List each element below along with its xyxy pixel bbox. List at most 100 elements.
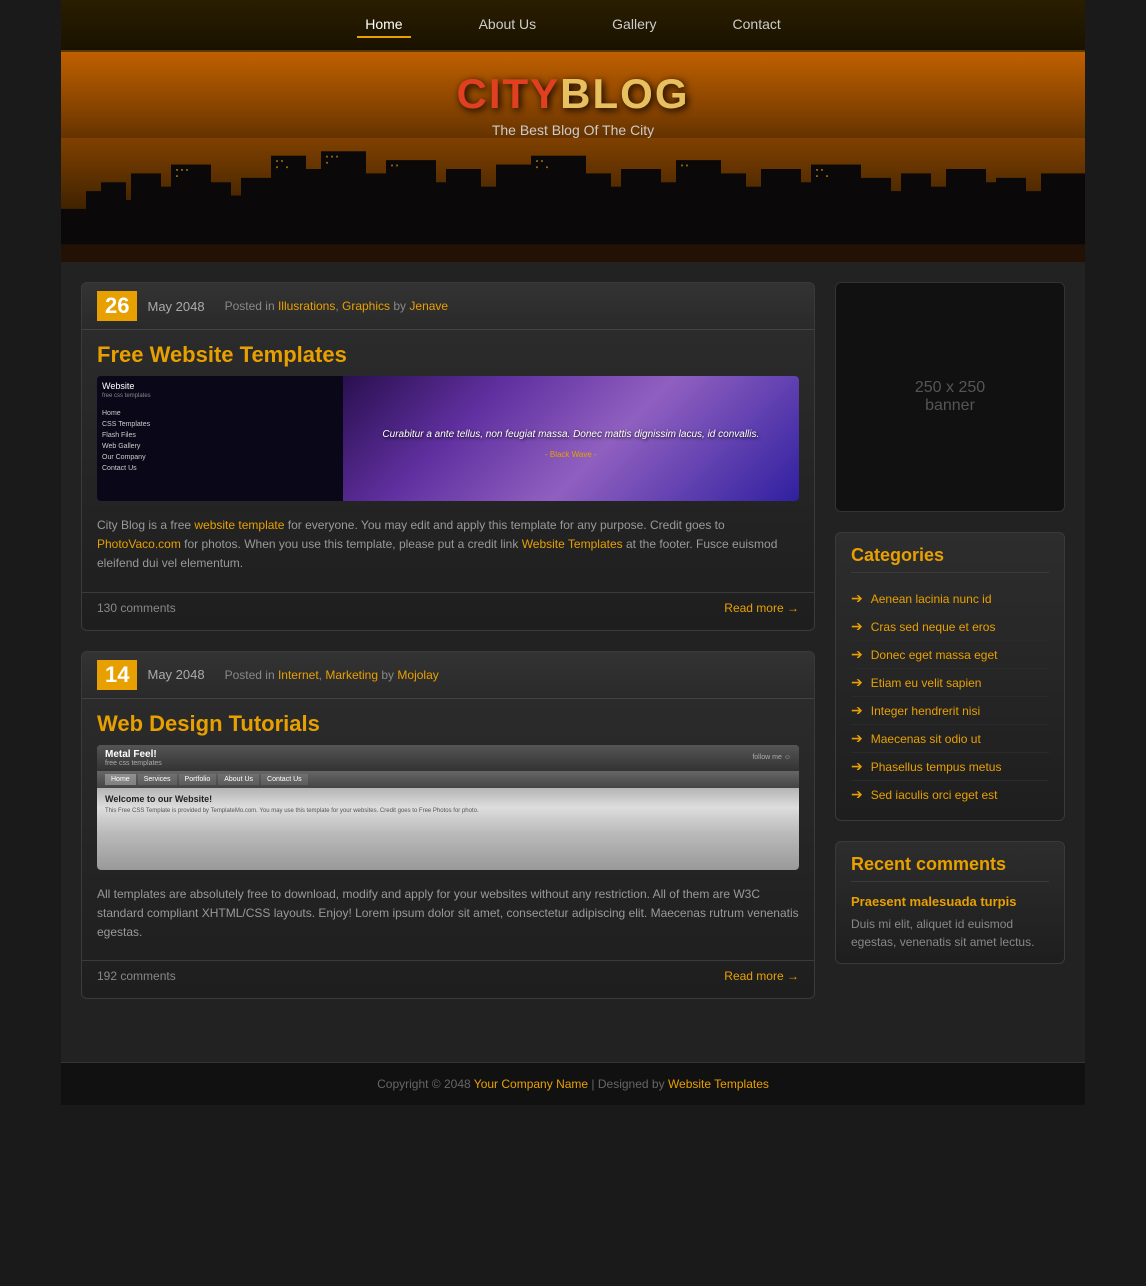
site-subtitle: The Best Blog Of The City <box>492 122 654 138</box>
post-2-author[interactable]: Mojolay <box>397 668 438 682</box>
post-2-read-more[interactable]: Read more <box>724 969 799 983</box>
tmpl2-body-text: This Free CSS Template is provided by Te… <box>105 808 791 814</box>
sidebar-banner: 250 x 250banner <box>835 282 1065 512</box>
tmpl1-source: - Black Wave - <box>545 450 597 459</box>
cat-arrow-2: ➔ <box>851 646 863 663</box>
nav-contact[interactable]: Contact <box>725 12 789 38</box>
tmpl1-menu5: Contact Us <box>102 464 338 473</box>
site-footer: Copyright © 2048 Your Company Name | Des… <box>61 1062 1085 1105</box>
cat-arrow-4: ➔ <box>851 702 863 719</box>
cat-link-2[interactable]: Donec eget massa eget <box>871 648 998 662</box>
tmpl1-sitesub: free css templates <box>102 393 338 399</box>
post-2-cat2[interactable]: Marketing <box>325 668 378 682</box>
tmpl1-menu2: Flash Files <box>102 431 338 440</box>
title-city: CITY <box>457 70 561 117</box>
post-1-link2[interactable]: PhotoVaco.com <box>97 537 181 551</box>
post-1-link1[interactable]: website template <box>194 518 284 532</box>
post-1-read-more[interactable]: Read more <box>724 601 799 615</box>
footer-template-link[interactable]: Website Templates <box>668 1077 769 1091</box>
tmpl2-nav-about: About Us <box>218 774 259 785</box>
post-1-cat2[interactable]: Graphics <box>342 299 390 313</box>
tmpl1-menu3: Web Gallery <box>102 442 338 451</box>
post-1-cat1[interactable]: Illusrations <box>278 299 335 313</box>
post-1-footer: 130 comments Read more <box>82 592 814 615</box>
navigation: Home About Us Gallery Contact <box>61 0 1085 52</box>
post-1-image: Website free css templates Home CSS Temp… <box>97 376 799 501</box>
cat-link-7[interactable]: Sed iaculis orci eget est <box>871 788 998 802</box>
post-1-title: Free Website Templates <box>82 330 814 376</box>
post-2-image: Metal Feel! free css templates follow me… <box>97 745 799 870</box>
tmpl2-header: Metal Feel! free css templates follow me… <box>97 745 799 771</box>
footer-designed-by: | Designed by <box>591 1077 664 1091</box>
cat-arrow-3: ➔ <box>851 674 863 691</box>
categories-section: Categories ➔ Aenean lacinia nunc id ➔ Cr… <box>835 532 1065 821</box>
cat-link-5[interactable]: Maecenas sit odio ut <box>871 732 981 746</box>
tmpl2-body-title: Welcome to our Website! <box>105 794 791 804</box>
recent-comments-section: Recent comments Praesent malesuada turpi… <box>835 841 1065 964</box>
tmpl2-title: Metal Feel! <box>105 749 162 760</box>
post-2-meta: Posted in Internet, Marketing by Mojolay <box>225 668 439 682</box>
main-content: 26 May 2048 Posted in Illusrations, Grap… <box>81 282 815 1019</box>
cat-link-3[interactable]: Etiam eu velit sapien <box>871 676 982 690</box>
post-1-comments: 130 comments <box>97 601 176 615</box>
post-2-footer: 192 comments Read more <box>82 960 814 983</box>
content-wrap: 26 May 2048 Posted in Illusrations, Grap… <box>81 282 1065 1019</box>
post-2-day: 14 <box>97 660 137 690</box>
tmpl1-quote: Curabitur a ante tellus, non feugiat mas… <box>372 419 769 450</box>
tmpl1-menu4: Our Company <box>102 453 338 462</box>
categories-title: Categories <box>851 545 1049 573</box>
cat-arrow-5: ➔ <box>851 730 863 747</box>
tmpl2-nav-home: Home <box>105 774 136 785</box>
tmpl2-nav-services: Services <box>138 774 177 785</box>
category-item: ➔ Sed iaculis orci eget est <box>851 781 1049 808</box>
post-2-date-bar: 14 May 2048 Posted in Internet, Marketin… <box>82 652 814 699</box>
footer-copyright: Copyright © 2048 <box>377 1077 471 1091</box>
post-1: 26 May 2048 Posted in Illusrations, Grap… <box>81 282 815 631</box>
category-item: ➔ Donec eget massa eget <box>851 641 1049 669</box>
post-1-day: 26 <box>97 291 137 321</box>
tmpl2-sub: free css templates <box>105 760 162 767</box>
city-skyline <box>61 138 1085 262</box>
post-2: 14 May 2048 Posted in Internet, Marketin… <box>81 651 815 1000</box>
tmpl1-sitename: Website <box>102 381 338 391</box>
category-item: ➔ Etiam eu velit sapien <box>851 669 1049 697</box>
nav-gallery[interactable]: Gallery <box>604 12 664 38</box>
post-1-meta: Posted in Illusrations, Graphics by Jena… <box>225 299 449 313</box>
category-item: ➔ Cras sed neque et eros <box>851 613 1049 641</box>
category-item: ➔ Aenean lacinia nunc id <box>851 585 1049 613</box>
recent-comment-title: Praesent malesuada turpis <box>851 894 1049 909</box>
site-header: CITYBLOG The Best Blog Of The City <box>61 52 1085 262</box>
cat-link-0[interactable]: Aenean lacinia nunc id <box>871 592 992 606</box>
page-wrapper: 26 May 2048 Posted in Illusrations, Grap… <box>61 262 1085 1062</box>
category-item: ➔ Integer hendrerit nisi <box>851 697 1049 725</box>
post-1-date-bar: 26 May 2048 Posted in Illusrations, Grap… <box>82 283 814 330</box>
post-1-link3[interactable]: Website Templates <box>522 537 623 551</box>
post-2-month: May 2048 <box>147 667 204 682</box>
cat-arrow-6: ➔ <box>851 758 863 775</box>
tmpl2-body: Welcome to our Website! This Free CSS Te… <box>97 788 799 820</box>
post-2-body: All templates are absolutely free to dow… <box>82 880 814 953</box>
footer-company-link[interactable]: Your Company Name <box>474 1077 588 1091</box>
post-2-comments: 192 comments <box>97 969 176 983</box>
nav-about[interactable]: About Us <box>471 12 545 38</box>
cat-link-4[interactable]: Integer hendrerit nisi <box>871 704 980 718</box>
cat-arrow-7: ➔ <box>851 786 863 803</box>
banner-text: 250 x 250banner <box>915 379 985 415</box>
tmpl2-nav-portfolio: Portfolio <box>179 774 217 785</box>
category-item: ➔ Phasellus tempus metus <box>851 753 1049 781</box>
recent-comments-title: Recent comments <box>851 854 1049 882</box>
title-blog: BLOG <box>560 70 689 117</box>
post-2-cat1[interactable]: Internet <box>278 668 319 682</box>
cat-link-6[interactable]: Phasellus tempus metus <box>871 760 1002 774</box>
site-title: CITYBLOG <box>457 70 690 118</box>
post-1-author[interactable]: Jenave <box>409 299 448 313</box>
tmpl1-menu0: Home <box>102 409 338 418</box>
post-2-title: Web Design Tutorials <box>82 699 814 745</box>
sidebar: 250 x 250banner Categories ➔ Aenean laci… <box>835 282 1065 1019</box>
nav-home[interactable]: Home <box>357 12 410 38</box>
cat-link-1[interactable]: Cras sed neque et eros <box>871 620 996 634</box>
post-1-month: May 2048 <box>147 299 204 314</box>
tmpl1-menu1: CSS Templates <box>102 420 338 429</box>
cat-arrow-1: ➔ <box>851 618 863 635</box>
tmpl2-nav: Home Services Portfolio About Us Contact… <box>97 771 799 788</box>
